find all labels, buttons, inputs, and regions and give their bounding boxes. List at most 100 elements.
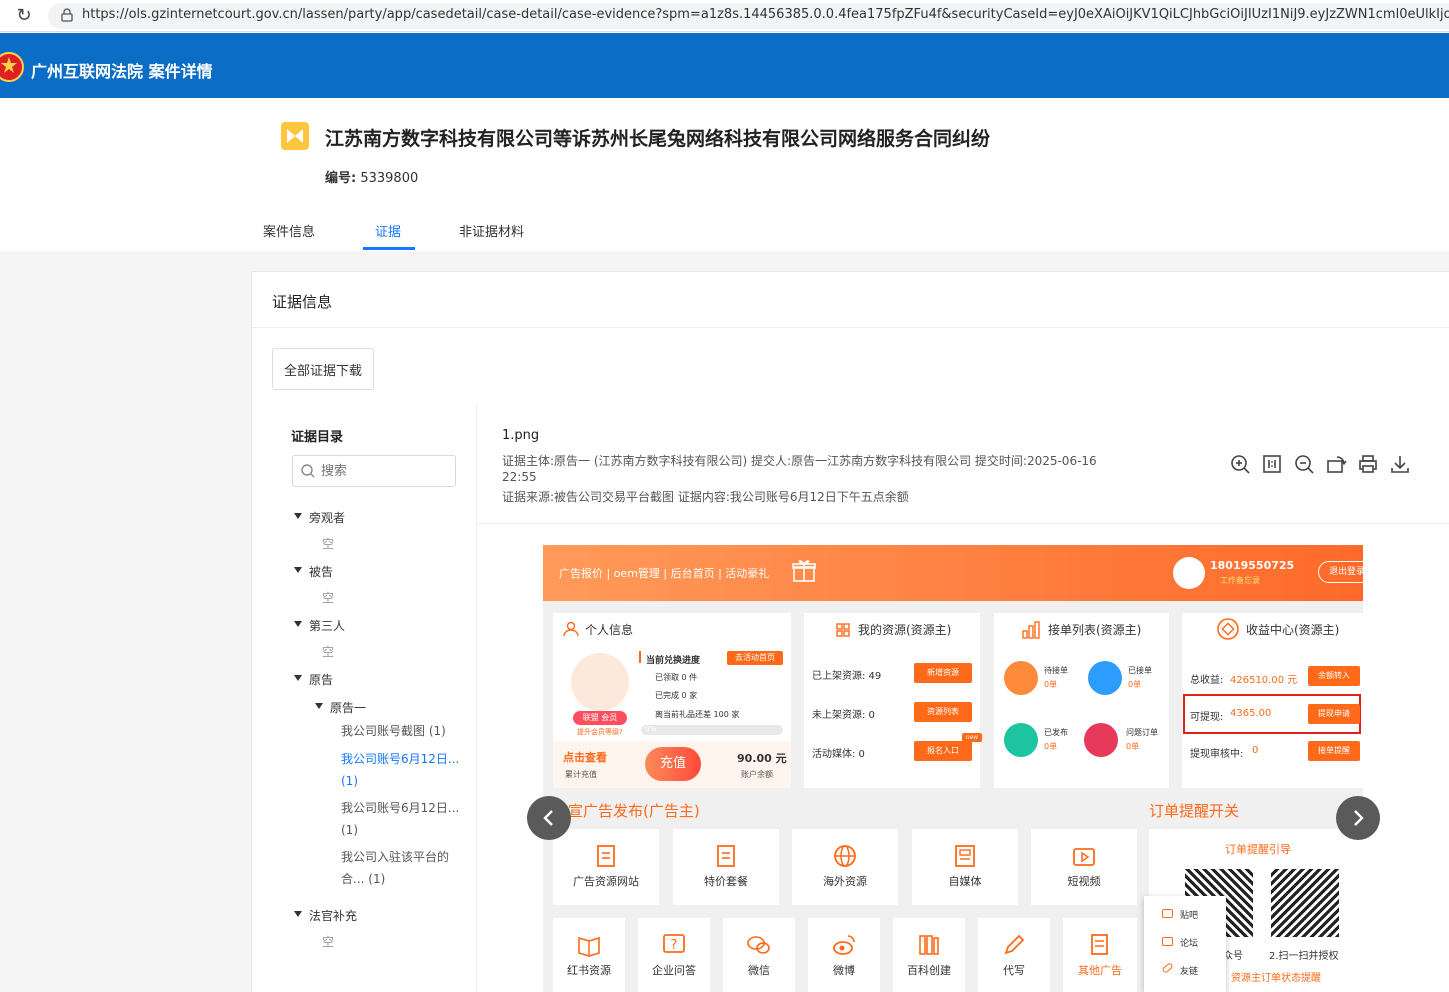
zoom-in-icon[interactable] bbox=[1229, 453, 1251, 475]
caret-down-icon[interactable] bbox=[294, 675, 302, 681]
tile: 微博 bbox=[808, 918, 880, 992]
section-title: 品宣广告发布(广告主) bbox=[553, 802, 700, 820]
accepted-count: 0单 bbox=[1128, 680, 1142, 689]
check-link: 点击查看 bbox=[563, 751, 607, 764]
empty-text: 空 bbox=[322, 935, 335, 949]
tile: 广告资源网站 bbox=[553, 829, 659, 905]
tree-node-bystander[interactable]: 旁观者 bbox=[309, 509, 345, 526]
tile: 微信 bbox=[723, 918, 795, 992]
pending-count: 0单 bbox=[1044, 680, 1058, 689]
accepted-label: 已接单 bbox=[1128, 666, 1152, 675]
panel-title: 收益中心(资源主) bbox=[1246, 623, 1340, 637]
chevron-left-icon bbox=[543, 810, 553, 826]
tile: 其他广告 bbox=[1063, 918, 1137, 992]
reload-icon[interactable]: ↻ bbox=[14, 6, 34, 26]
pending-icon bbox=[1004, 661, 1038, 695]
tile: 红书资源 bbox=[553, 918, 625, 992]
evidence-item-selected[interactable]: 我公司账号6月12日... bbox=[341, 747, 461, 771]
evidence-item-count[interactable]: 合... (1) bbox=[341, 867, 461, 891]
next-image-button[interactable] bbox=[1336, 796, 1380, 840]
evidence-item[interactable]: 我公司账号截图 (1) bbox=[341, 719, 461, 743]
caret-down-icon[interactable] bbox=[315, 703, 323, 709]
empty-text: 空 bbox=[322, 645, 335, 659]
avatar bbox=[571, 653, 629, 711]
problem-label: 问题订单 bbox=[1126, 728, 1158, 737]
globe-icon bbox=[834, 845, 856, 867]
orders-panel: 接单列表(资源主) 待接单 0单 已接单 0单 已发布 0单 问题订单 0单 bbox=[994, 613, 1169, 788]
evidence-item[interactable]: 我公司账号6月12日... bbox=[341, 796, 461, 820]
download-icon[interactable] bbox=[1389, 453, 1411, 475]
site-info-icon[interactable] bbox=[60, 8, 74, 22]
order-remind-button: 接单提醒 bbox=[1308, 741, 1360, 761]
media-icon bbox=[955, 845, 975, 867]
panel-title: 我的资源(资源主) bbox=[858, 623, 952, 637]
print-icon[interactable] bbox=[1357, 453, 1379, 475]
zoom-out-icon[interactable] bbox=[1293, 453, 1315, 475]
progress-pct: 0% bbox=[645, 725, 657, 733]
shot-phone: 18019550725 bbox=[1210, 559, 1295, 572]
shot-phone-sub: 工作备忘录 bbox=[1220, 576, 1260, 585]
header-title: 广州互联网法院 案件详情 bbox=[31, 62, 213, 81]
evidence-item-count[interactable]: (1) bbox=[341, 818, 461, 842]
caret-down-icon[interactable] bbox=[294, 911, 302, 917]
divider bbox=[252, 327, 1449, 328]
section-title: 证据信息 bbox=[272, 293, 333, 311]
url-text[interactable]: https://ols.gzinternetcourt.gov.cn/lasse… bbox=[82, 7, 1449, 22]
tab-non-evidence[interactable]: 非证据材料 bbox=[459, 221, 524, 240]
browser-bar: ↻ https://ols.gzinternetcourt.gov.cn/las… bbox=[0, 0, 1449, 32]
download-all-button[interactable]: 全部证据下载 bbox=[272, 348, 374, 390]
case-icon bbox=[281, 122, 309, 150]
published-label: 已发布 bbox=[1044, 728, 1068, 737]
actual-size-icon[interactable] bbox=[1261, 453, 1283, 475]
published-count: 0单 bbox=[1044, 742, 1058, 751]
need-count: 离当前礼品还差 100 家 bbox=[655, 710, 740, 719]
withdraw-button: 提现申请 bbox=[1308, 704, 1360, 724]
document-icon bbox=[717, 845, 735, 867]
document-icon bbox=[597, 845, 615, 867]
search-input[interactable] bbox=[321, 462, 449, 480]
caret-down-icon[interactable] bbox=[294, 567, 302, 573]
popup-menu: 贴吧 论坛 友链 bbox=[1144, 896, 1226, 992]
tree-node-judge[interactable]: 法官补充 bbox=[309, 907, 357, 924]
rotate-icon[interactable] bbox=[1325, 453, 1347, 475]
total-value: 426510.00 元 bbox=[1230, 675, 1298, 686]
on-shelf: 已上架资源: 49 bbox=[812, 671, 882, 682]
tile: 短视频 bbox=[1031, 829, 1137, 905]
search-box[interactable] bbox=[292, 455, 456, 487]
book-icon bbox=[578, 936, 600, 957]
tree-node-plaintiff-1[interactable]: 原告一 bbox=[330, 699, 366, 716]
link-icon bbox=[1161, 962, 1174, 974]
tile: 海外资源 bbox=[792, 829, 898, 905]
tab-underline bbox=[363, 247, 415, 250]
caret-down-icon[interactable] bbox=[294, 513, 302, 519]
member-badge: 联盟 会员 bbox=[573, 711, 627, 725]
off-shelf: 未上架资源: 0 bbox=[812, 710, 875, 721]
caret-down-icon[interactable] bbox=[294, 621, 302, 627]
media: 活动媒体: 0 bbox=[812, 749, 865, 760]
case-number: 编号: 5339800 bbox=[325, 171, 419, 186]
ad-icon bbox=[1091, 934, 1108, 955]
resource-list-button: 资源列表 bbox=[914, 702, 972, 722]
evidence-item-selected-count[interactable]: (1) bbox=[341, 769, 461, 793]
prev-image-button[interactable] bbox=[527, 796, 571, 840]
tree-node-defendant[interactable]: 被告 bbox=[309, 563, 333, 580]
search-icon bbox=[301, 464, 315, 478]
file-name: 1.png bbox=[502, 428, 540, 443]
shot-nav: 广告报价 | oem管理 | 后台首页 | 活动豪礼 bbox=[559, 567, 770, 580]
got-count: 已领取 0 件 bbox=[655, 673, 698, 682]
user-icon bbox=[563, 621, 579, 637]
tree-node-plaintiff[interactable]: 原告 bbox=[309, 671, 333, 688]
tab-case-info[interactable]: 案件信息 bbox=[263, 221, 315, 240]
review-value: 0 bbox=[1252, 745, 1259, 756]
empty-text: 空 bbox=[322, 537, 335, 551]
tree-node-third-party[interactable]: 第三人 bbox=[309, 617, 345, 634]
grid-icon bbox=[836, 623, 850, 637]
menu-item: 论坛 bbox=[1180, 939, 1199, 949]
my-resources-panel: 我的资源(资源主) 已上架资源: 49 未上架资源: 0 活动媒体: 0 新增资… bbox=[804, 613, 982, 788]
tab-evidence[interactable]: 证据 bbox=[375, 221, 401, 240]
qr-label: 2.扫一扫并授权 bbox=[1269, 951, 1339, 962]
qr-label: 众号 bbox=[1223, 951, 1243, 962]
section-title: 订单提醒开关 bbox=[1149, 802, 1240, 820]
evidence-item[interactable]: 我公司入驻该平台的 bbox=[341, 845, 461, 869]
qr-note: 资源主订单状态提醒 bbox=[1231, 973, 1321, 984]
